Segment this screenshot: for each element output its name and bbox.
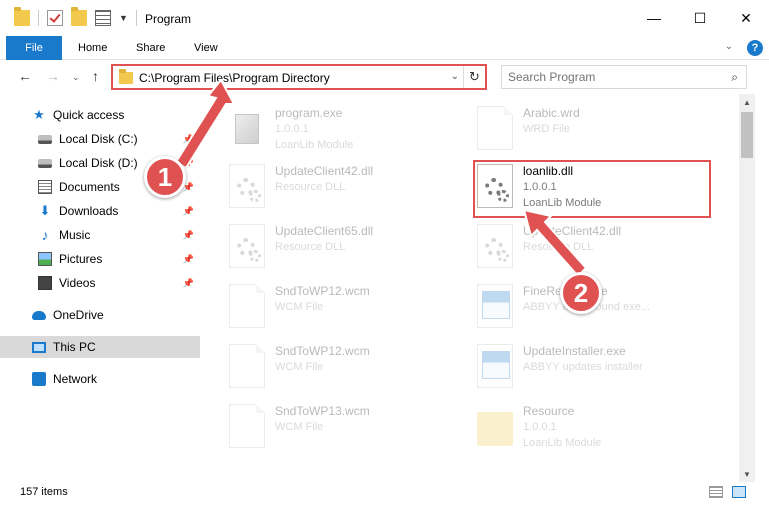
callout-badge-2: 2 — [560, 272, 602, 314]
arrow-to-loanlib-file — [522, 208, 588, 278]
arrow-to-address-bar — [174, 78, 236, 170]
callout-badge-1: 1 — [144, 156, 186, 198]
callout-arrows — [174, 78, 588, 278]
